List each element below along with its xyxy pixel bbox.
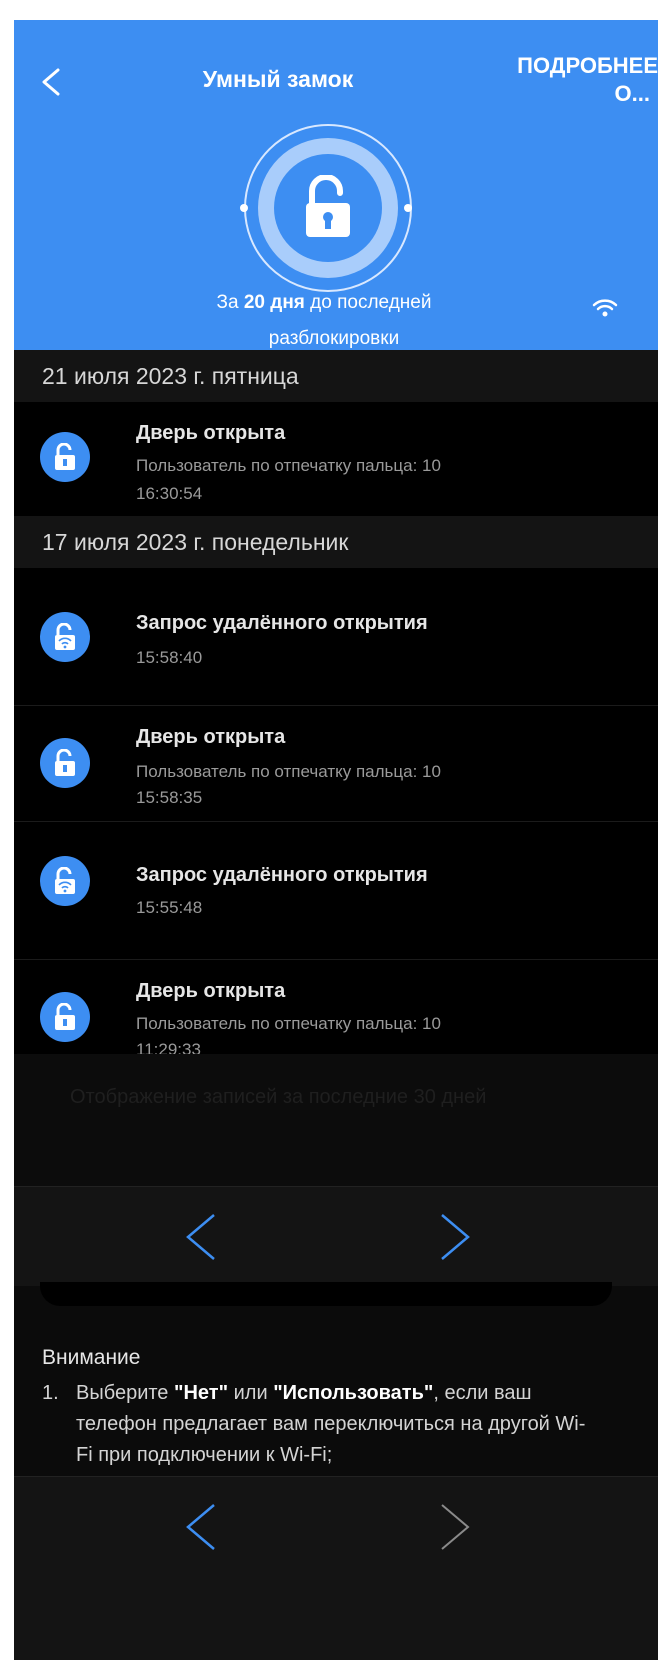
- more-info-button[interactable]: ПОДРОБНЕЕ О...: [458, 52, 658, 112]
- back-button[interactable]: [36, 62, 70, 102]
- days-since-unlock-line2: разблокировки: [268, 328, 400, 349]
- record-subtitle: Пользователь по отпечатку пальца: 10: [136, 456, 441, 475]
- next-page-button[interactable]: [434, 1499, 474, 1555]
- record-title: Запрос удалённого открытия: [136, 864, 428, 886]
- days-suffix: до последней: [304, 292, 432, 313]
- unlock-icon-large: [274, 154, 382, 262]
- record-title: Дверь открыта: [136, 422, 286, 444]
- record-time: 15:55:48: [136, 898, 203, 917]
- record-time: 15:58:40: [136, 648, 203, 667]
- page-title: Умный замок: [202, 66, 354, 92]
- days-prefix: За: [216, 292, 244, 313]
- days-value: 20 дня: [243, 292, 305, 313]
- next-page-button[interactable]: [434, 1209, 474, 1265]
- chevron-left-icon: [42, 68, 60, 96]
- record-title: Дверь открыта: [136, 980, 286, 1002]
- history-record[interactable]: Дверь открыта Пользователь по отпечатку …: [14, 706, 658, 822]
- bottom-pager-nav: [14, 1476, 658, 1660]
- attention-item-number: 1.: [42, 1382, 59, 1404]
- lock-header: Умный замок ПОДРОБНЕЕ О... За 20 дня до …: [14, 20, 658, 350]
- attention-text-part: или: [228, 1382, 274, 1404]
- record-time: 16:30:54: [136, 484, 203, 503]
- prev-page-button[interactable]: [182, 1209, 222, 1265]
- attention-item-text: Выберите "Нет" или "Использовать", если …: [76, 1378, 602, 1471]
- history-record[interactable]: Дверь открыта Пользователь по отпечатку …: [14, 402, 658, 516]
- unlock-icon: [40, 432, 90, 482]
- more-info-line1: ПОДРОБНЕЕ: [517, 53, 658, 78]
- date-header: 21 июля 2023 г. пятница: [14, 350, 658, 402]
- record-title: Дверь открыта: [136, 726, 286, 748]
- days-since-unlock: За 20 дня до последней: [164, 292, 484, 314]
- chevron-left-icon: [186, 1504, 215, 1550]
- lock-status-button[interactable]: [240, 120, 416, 296]
- record-subtitle: Пользователь по отпечатку пальца: 10: [136, 762, 441, 781]
- chevron-left-icon: [186, 1214, 215, 1260]
- history-record[interactable]: Запрос удалённого открытия 15:55:48: [14, 822, 658, 960]
- panel-edge: [40, 1282, 612, 1306]
- history-record[interactable]: Запрос удалённого открытия 15:58:40: [14, 568, 658, 706]
- ring-dot: [404, 204, 412, 212]
- pager-nav: [14, 1186, 658, 1287]
- more-info-line2: О...: [614, 81, 650, 106]
- date-header: 17 июля 2023 г. понедельник: [14, 516, 658, 568]
- record-time: 15:58:35: [136, 788, 203, 807]
- wifi-icon: [592, 299, 618, 317]
- chevron-right-icon: [441, 1214, 470, 1260]
- prev-page-button[interactable]: [182, 1499, 222, 1555]
- unlock-icon: [40, 992, 90, 1042]
- chevron-right-icon: [441, 1504, 470, 1550]
- unlock-icon: [40, 738, 90, 788]
- attention-bold-part: "Использовать": [273, 1382, 434, 1404]
- attention-title: Внимание: [42, 1346, 141, 1369]
- attention-text-part: Выберите: [76, 1382, 174, 1404]
- records-period-note: Отображение записей за последние 30 дней: [14, 1054, 658, 1186]
- remote-unlock-icon: [40, 856, 90, 906]
- record-subtitle: Пользователь по отпечатку пальца: 10: [136, 1014, 441, 1033]
- attention-bold-part: "Нет": [173, 1382, 229, 1404]
- ring-dot: [240, 204, 248, 212]
- record-title: Запрос удалённого открытия: [136, 612, 428, 634]
- remote-unlock-icon: [40, 612, 90, 662]
- app-screen: Умный замок ПОДРОБНЕЕ О... За 20 дня до …: [14, 20, 658, 1660]
- records-period-text: Отображение записей за последние 30 дней: [70, 1086, 487, 1108]
